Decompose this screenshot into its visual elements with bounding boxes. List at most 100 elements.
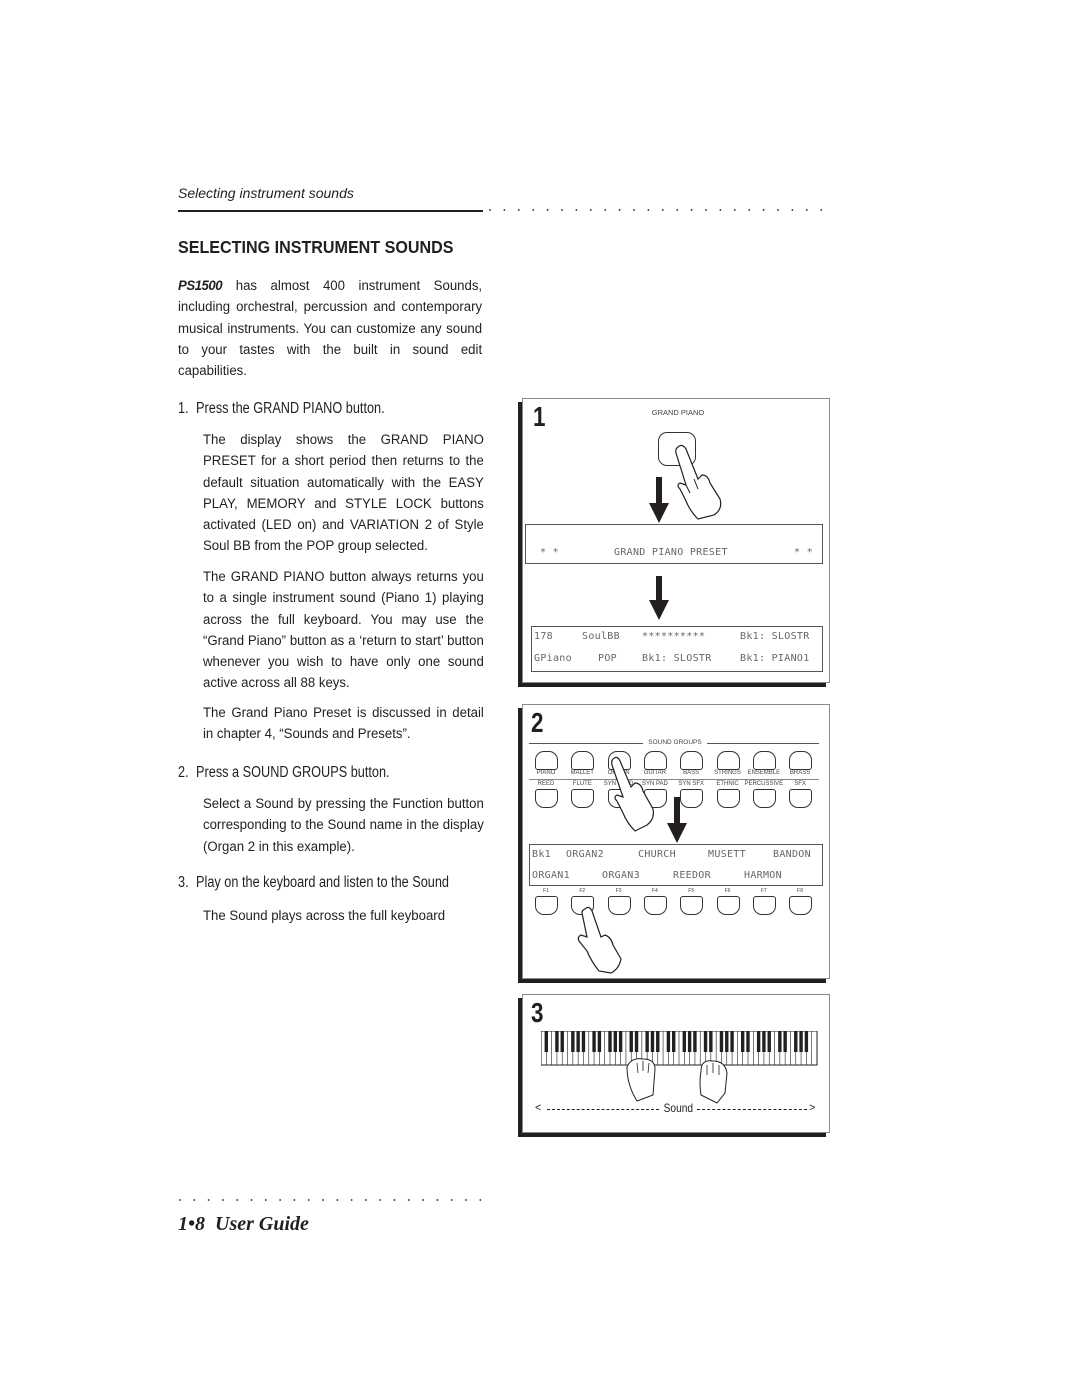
black-key — [693, 1031, 697, 1052]
black-key — [719, 1031, 724, 1052]
rule-dot — [489, 209, 491, 211]
pointing-hand-icon — [611, 756, 654, 832]
sound-group-button-mallet[interactable] — [571, 751, 595, 770]
function-key-label: F4 — [651, 888, 658, 894]
sound-group-label: SYN SFX — [678, 781, 705, 787]
function-key-f5[interactable] — [680, 896, 704, 915]
right-hand-icon — [699, 1060, 728, 1104]
sound-group-button-ensemble[interactable] — [752, 751, 776, 770]
rule-dot — [762, 209, 765, 211]
lcd-cell: ********** — [642, 631, 706, 642]
rule-dot — [236, 1199, 239, 1201]
intro-text: has almost 400 instrument Sounds, includ… — [178, 278, 483, 380]
figure-panel-3: 3 < Sound > — [522, 994, 830, 1133]
black-key — [703, 1031, 708, 1052]
sound-group-button-percussive[interactable] — [752, 789, 776, 808]
intro-paragraph: PS1500 has almost 400 instrument Sounds,… — [178, 276, 482, 382]
rule-dot — [393, 1199, 396, 1201]
sound-group-button-brass[interactable] — [789, 751, 813, 770]
sound-group-label: MALLET — [570, 770, 594, 776]
rule-dot — [336, 1199, 339, 1201]
page-number: 1•8 — [178, 1213, 206, 1235]
black-key — [650, 1031, 655, 1052]
function-key-f6[interactable] — [716, 896, 740, 915]
rule-dot — [450, 1199, 453, 1201]
rule-dot — [820, 209, 823, 211]
rule-dot — [207, 1199, 210, 1201]
function-key-f7[interactable] — [752, 896, 776, 915]
rule-dot — [589, 209, 592, 211]
sound-group-button-strings[interactable] — [716, 751, 740, 770]
rule-dot — [661, 209, 664, 211]
sound-group-button-flute[interactable] — [571, 789, 595, 808]
panel-number: 2 — [531, 707, 544, 738]
step-1-paragraph-3: The Grand Piano Preset is discussed in d… — [203, 705, 484, 743]
rule-dot — [561, 209, 563, 211]
footer-dotted-rule — [179, 1199, 482, 1201]
step-1-heading: 1. Press the GRAND PIANO button. — [178, 400, 385, 418]
black-key — [682, 1031, 687, 1052]
running-head: Selecting instrument sounds — [178, 185, 354, 201]
function-key-f8[interactable] — [789, 896, 813, 915]
black-key — [634, 1031, 639, 1052]
black-key — [730, 1031, 734, 1052]
rule-dot — [365, 1199, 367, 1201]
black-key — [608, 1031, 612, 1052]
black-key — [560, 1031, 564, 1052]
step-number: 3. — [178, 874, 189, 891]
sound-group-button-sfx[interactable] — [789, 789, 813, 808]
rule-dot — [465, 1199, 467, 1201]
sound-group-button-bass[interactable] — [680, 751, 704, 770]
button-row-divider — [529, 779, 819, 780]
black-key — [629, 1031, 633, 1052]
rule-dot — [517, 209, 520, 211]
function-key-label: F8 — [797, 888, 804, 894]
brand-name: PS1500 — [178, 278, 223, 294]
down-arrow-icon — [649, 576, 669, 620]
sound-group-label: PIANO — [536, 770, 556, 776]
page-footer: 1•8 User Guide — [178, 1213, 309, 1236]
lcd-cell: SoulBB — [582, 631, 620, 642]
figure-panel-1: 1 GRAND PIANO * * GRAND PIANO PRESET * *… — [522, 398, 830, 683]
function-key-label: F7 — [760, 888, 767, 894]
rule-dot — [422, 1199, 424, 1201]
black-key — [804, 1031, 809, 1052]
black-key — [645, 1031, 649, 1052]
function-key-f1[interactable] — [535, 896, 558, 915]
black-key — [597, 1031, 602, 1052]
rule-dot — [250, 1199, 253, 1201]
black-key — [666, 1031, 671, 1052]
black-key — [799, 1031, 803, 1052]
range-left-bracket: < — [535, 1102, 542, 1114]
function-key-label: F3 — [615, 888, 622, 894]
sound-group-label: SFX — [794, 781, 806, 787]
black-key — [778, 1031, 782, 1052]
step-number: 2. — [178, 764, 189, 781]
range-dash-left — [547, 1109, 659, 1110]
range-label: Sound — [663, 1101, 694, 1115]
sound-group-button-piano[interactable] — [535, 751, 558, 770]
black-key — [576, 1031, 580, 1052]
rule-dot — [733, 209, 736, 211]
black-key — [613, 1031, 618, 1052]
function-key-f4[interactable] — [643, 896, 667, 915]
sound-group-label: FLUTE — [572, 781, 592, 787]
sound-group-button-reed[interactable] — [535, 789, 558, 808]
rule-dot — [293, 1199, 296, 1201]
lcd-preset-text: GRAND PIANO PRESET — [614, 547, 728, 558]
rule-dot — [633, 209, 635, 211]
lcd-preset-display: * * GRAND PIANO PRESET * * — [525, 524, 823, 564]
rule-dot — [279, 1199, 281, 1201]
lcd-stars-left: * * — [540, 547, 559, 558]
step-2-heading: 2. Press a SOUND GROUPS button. — [178, 764, 390, 782]
function-key-label: F5 — [688, 888, 695, 894]
rule-dot — [705, 209, 707, 211]
footer-title: User Guide — [215, 1213, 309, 1235]
range-right-bracket: > — [809, 1102, 816, 1114]
black-key — [746, 1031, 750, 1052]
lcd-cell: POP — [598, 653, 617, 664]
black-key — [571, 1031, 575, 1052]
rule-dot — [264, 1199, 267, 1201]
sound-group-label: BRASS — [789, 770, 811, 776]
sound-group-button-ethnic[interactable] — [716, 789, 740, 808]
